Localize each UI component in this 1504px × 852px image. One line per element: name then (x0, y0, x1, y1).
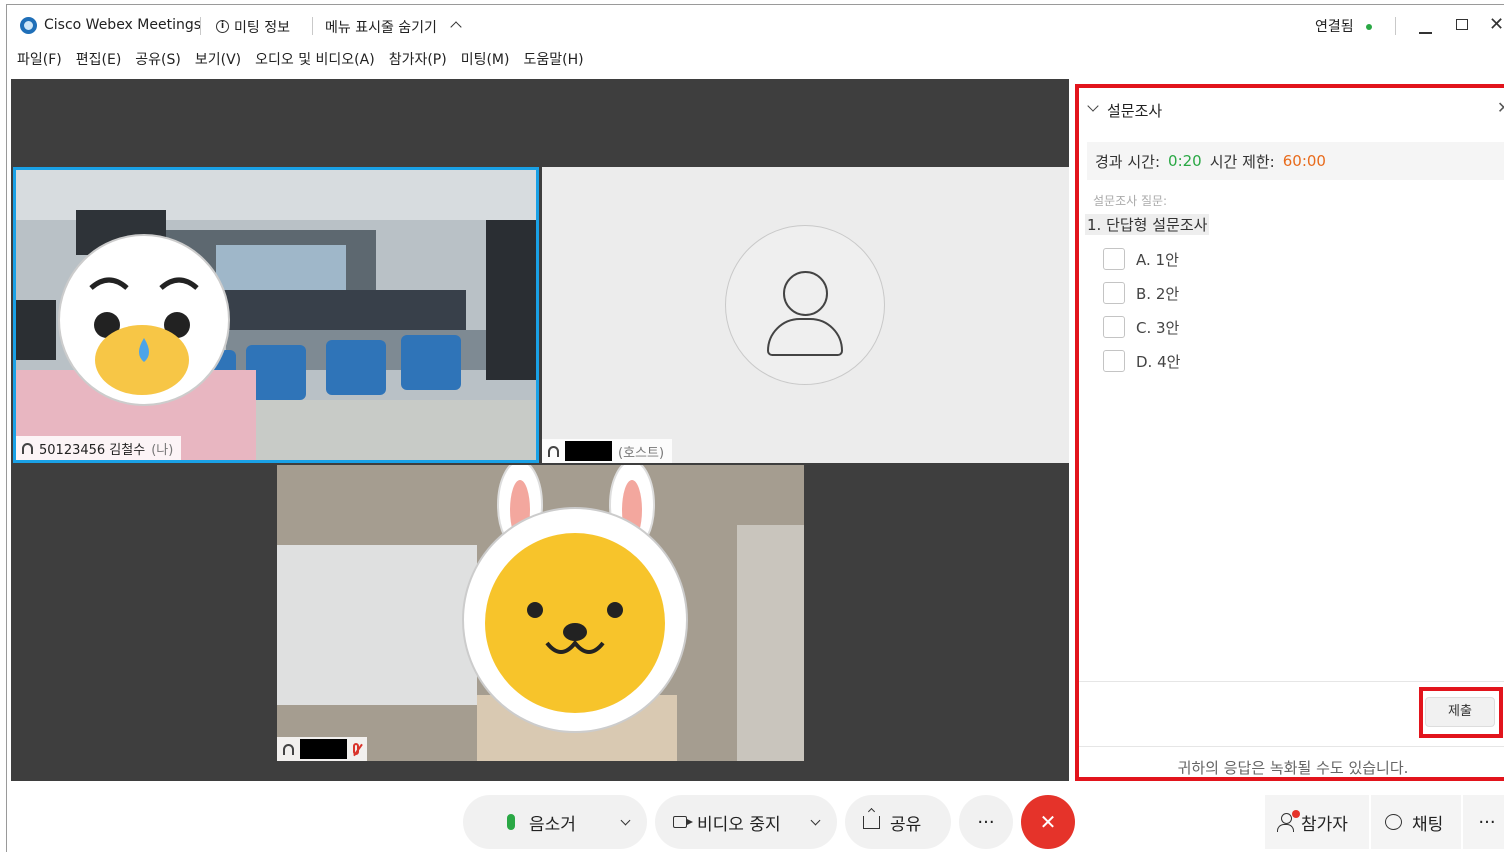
default-avatar (725, 225, 885, 385)
chevron-down-icon[interactable] (810, 815, 821, 825)
mic-muted-icon (353, 743, 359, 755)
participants-button[interactable]: 참가자 (1265, 795, 1369, 849)
self-video-tile[interactable]: 50123456 김철수 (나) (13, 167, 539, 463)
elapsed-label: 경과 시간: (1095, 152, 1161, 171)
poll-panel: 설문조사 ✕ 경과 시간: 0:20 시간 제한: 60:00 설문조사 질문:… (1075, 84, 1504, 781)
menu-edit[interactable]: 편집(E) (76, 49, 122, 71)
option-checkbox[interactable] (1103, 248, 1125, 270)
video-camera-icon (673, 816, 693, 828)
info-icon[interactable]: i (216, 20, 229, 33)
share-label: 공유 (890, 814, 922, 835)
participants-icon (1277, 810, 1300, 832)
participants-label: 참가자 (1301, 814, 1348, 835)
end-meeting-button[interactable]: ✕ (1021, 795, 1075, 849)
app-title: Cisco Webex Meetings (44, 17, 202, 33)
headset-icon (548, 445, 559, 457)
redacted-name (300, 739, 347, 759)
option-checkbox[interactable] (1103, 350, 1125, 372)
share-icon (863, 815, 880, 829)
chat-icon (1385, 814, 1402, 830)
mute-label: 음소거 (529, 814, 576, 835)
poll-option[interactable]: B. 2안 (1103, 282, 1179, 304)
close-panel-icon[interactable]: ✕ (1497, 98, 1504, 117)
stop-video-label: 비디오 중지 (697, 814, 781, 835)
chat-button[interactable]: 채팅 (1371, 795, 1461, 849)
notification-dot (1292, 810, 1300, 818)
studio-room-image (16, 170, 536, 460)
limit-value: 60:00 (1282, 152, 1326, 170)
poll-option[interactable]: D. 4안 (1103, 350, 1180, 372)
menu-help[interactable]: 도움말(H) (523, 49, 583, 71)
chat-label: 채팅 (1412, 814, 1444, 835)
question-label: 설문조사 질문: (1093, 194, 1168, 208)
menu-participants[interactable]: 참가자(P) (389, 49, 447, 71)
collapse-chevron-icon[interactable] (1087, 100, 1099, 112)
option-label: D. 4안 (1136, 352, 1181, 371)
title-separator (200, 17, 201, 35)
poll-question: 1. 단답형 설문조사 (1085, 214, 1210, 235)
option-label: C. 3안 (1136, 318, 1180, 337)
poll-option[interactable]: A. 1안 (1103, 248, 1179, 270)
microphone-icon (507, 814, 515, 830)
mute-button[interactable]: 음소거 (463, 795, 647, 849)
option-label: B. 2안 (1136, 284, 1180, 303)
close-window-icon[interactable]: ✕ (1489, 14, 1504, 35)
poll-header: 설문조사 ✕ (1079, 88, 1504, 134)
poll-title: 설문조사 (1107, 102, 1163, 120)
menu-bar: 파일(F) 편집(E) 공유(S) 보기(V) 오디오 및 비디오(A) 참가자… (17, 49, 584, 71)
self-me-suffix: (나) (151, 442, 174, 458)
option-checkbox[interactable] (1103, 316, 1125, 338)
headset-icon (22, 442, 33, 454)
poll-option[interactable]: C. 3안 (1103, 316, 1179, 338)
chevron-down-icon[interactable] (620, 815, 631, 825)
chevron-up-icon[interactable] (450, 21, 462, 33)
video-stage: 50123456 김철수 (나) (호스트) (11, 79, 1069, 781)
menu-file[interactable]: 파일(F) (17, 49, 62, 71)
elapsed-value: 0:20 (1168, 152, 1202, 170)
avatar-head-icon (783, 271, 828, 316)
participant-name-label (277, 737, 367, 761)
participant-camera-image (277, 465, 804, 761)
meeting-info-button[interactable]: 미팅 정보 (234, 17, 290, 37)
meeting-controls: 음소거 비디오 중지 공유 ··· ✕ 참가자 채팅 ··· (7, 787, 1504, 852)
host-video-tile[interactable]: (호스트) (542, 167, 1069, 463)
share-button[interactable]: 공유 (845, 795, 951, 849)
submit-button[interactable]: 제출 (1425, 697, 1495, 727)
redacted-name (565, 441, 612, 461)
more-options-button[interactable]: ··· (959, 795, 1013, 849)
minimize-icon[interactable] (1419, 32, 1432, 34)
self-name-label: 50123456 김철수 (나) (16, 436, 182, 460)
host-role-suffix: (호스트) (618, 445, 665, 461)
limit-label: 시간 제한: (1209, 152, 1275, 171)
recording-note: 귀하의 응답은 녹화될 수도 있습니다. (1177, 759, 1409, 777)
hide-menu-button[interactable]: 메뉴 표시줄 숨기기 (325, 17, 437, 37)
maximize-icon[interactable] (1456, 19, 1468, 30)
title-bar: Cisco Webex Meetings i 미팅 정보 메뉴 표시줄 숨기기 … (7, 5, 1504, 43)
poll-time-bar: 경과 시간: 0:20 시간 제한: 60:00 (1087, 142, 1504, 180)
webex-window: Cisco Webex Meetings i 미팅 정보 메뉴 표시줄 숨기기 … (6, 4, 1504, 852)
connection-status: 연결됨 (1315, 19, 1354, 35)
option-label: A. 1안 (1136, 250, 1179, 269)
participant-video-tile[interactable] (277, 465, 804, 761)
menu-share[interactable]: 공유(S) (135, 49, 181, 71)
connection-dot-icon (1366, 24, 1372, 30)
divider (1079, 746, 1504, 747)
title-separator (312, 17, 313, 35)
webex-logo-icon (20, 17, 37, 34)
avatar-body-icon (767, 318, 843, 356)
host-name-label: (호스트) (542, 439, 673, 463)
panel-more-button[interactable]: ··· (1463, 795, 1504, 849)
headset-icon (283, 743, 294, 755)
title-separator (1395, 17, 1396, 35)
menu-view[interactable]: 보기(V) (195, 49, 241, 71)
menu-meeting[interactable]: 미팅(M) (461, 49, 510, 71)
option-checkbox[interactable] (1103, 282, 1125, 304)
submit-highlight: 제출 (1419, 687, 1503, 738)
self-name: 50123456 김철수 (39, 442, 146, 458)
menu-audio-video[interactable]: 오디오 및 비디오(A) (255, 49, 375, 71)
divider (1079, 681, 1504, 682)
stop-video-button[interactable]: 비디오 중지 (655, 795, 837, 849)
